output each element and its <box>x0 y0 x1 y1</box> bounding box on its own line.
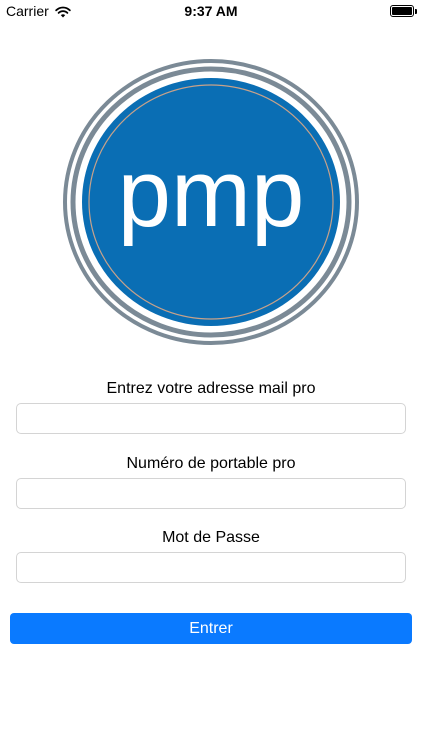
status-time: 9:37 AM <box>184 3 238 19</box>
status-bar: Carrier 9:37 AM <box>0 0 422 22</box>
login-screen: Carrier 9:37 AM pmp Entrez votre adresse… <box>0 0 422 750</box>
submit-button[interactable]: Entrer <box>10 613 412 644</box>
phone-label: Numéro de portable pro <box>126 455 296 472</box>
phone-field[interactable] <box>16 478 406 509</box>
password-field[interactable] <box>16 552 406 583</box>
email-label: Entrez votre adresse mail pro <box>106 380 316 397</box>
battery-fill <box>392 7 412 15</box>
battery-icon <box>390 5 417 17</box>
battery-tip <box>415 9 417 14</box>
email-field[interactable] <box>16 403 406 434</box>
logo-text: pmp <box>118 140 305 247</box>
pmp-logo: pmp <box>62 58 360 346</box>
password-label: Mot de Passe <box>162 529 260 546</box>
